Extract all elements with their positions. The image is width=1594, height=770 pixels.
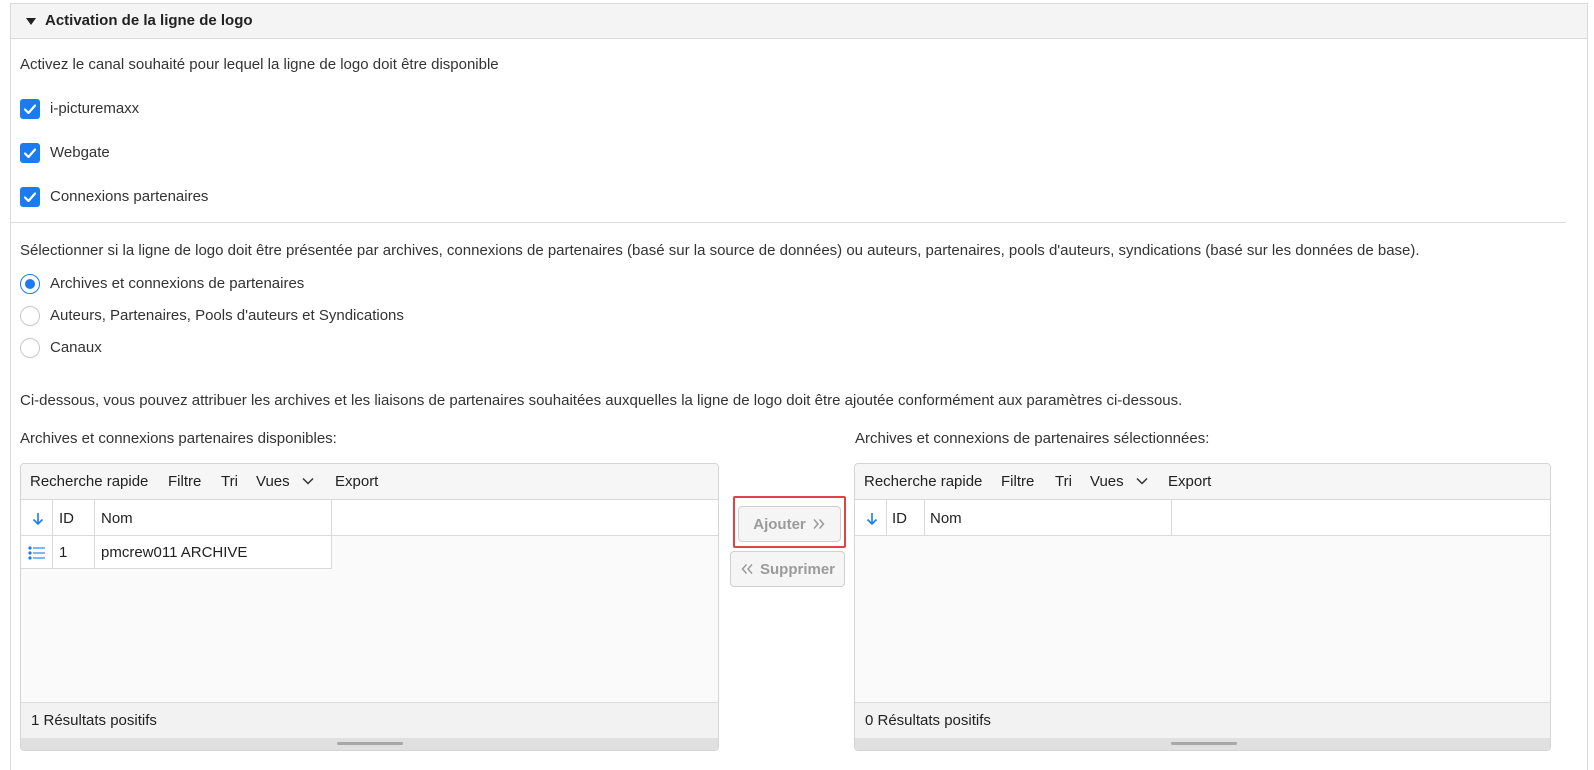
presentation-intro: Sélectionner si la ligne de logo doit êt…	[20, 242, 1420, 259]
column-divider	[331, 500, 332, 536]
quick-search-button[interactable]: Recherche rapide	[30, 473, 148, 490]
horizontal-scrollbar[interactable]	[855, 738, 1550, 750]
column-header-name[interactable]: Nom	[101, 510, 133, 527]
export-button[interactable]: Export	[335, 473, 378, 490]
double-chevron-right-icon	[813, 519, 825, 529]
assignment-intro: Ci-dessous, vous pouvez attribuer les ar…	[20, 392, 1183, 409]
collapse-triangle-icon[interactable]	[26, 18, 36, 25]
chevron-down-icon[interactable]	[302, 477, 314, 485]
grid-toolbar: Recherche rapide Filtre Tri Vues Export	[855, 464, 1550, 500]
column-divider	[52, 500, 53, 536]
selected-grid: Recherche rapide Filtre Tri Vues Export …	[854, 463, 1551, 751]
radio-authors-partners-pools[interactable]	[20, 306, 40, 326]
column-divider	[1171, 500, 1172, 536]
radio-label-channels: Canaux	[50, 339, 102, 356]
checkmark-icon	[23, 104, 37, 115]
radio-channels[interactable]	[20, 338, 40, 358]
row-id-cell: 1	[59, 544, 68, 561]
radio-label-archives-partners: Archives et connexions de partenaires	[50, 275, 305, 292]
panel-title: Activation de la ligne de logo	[45, 12, 253, 29]
remove-button[interactable]: Supprimer	[730, 551, 845, 587]
grid-toolbar: Recherche rapide Filtre Tri Vues Export	[21, 464, 718, 500]
sort-down-arrow-icon[interactable]	[31, 511, 45, 527]
column-header-id[interactable]: ID	[59, 510, 74, 527]
quick-search-button[interactable]: Recherche rapide	[864, 473, 982, 490]
divider	[10, 222, 1566, 223]
result-count: 0 Résultats positifs	[865, 712, 991, 729]
column-divider	[886, 500, 887, 536]
grid-footer: 0 Résultats positifs	[855, 702, 1550, 738]
remove-button-label: Supprimer	[759, 560, 835, 578]
grid-footer: 1 Résultats positifs	[21, 702, 718, 738]
row-name-cell: pmcrew011 ARCHIVE	[101, 544, 248, 561]
views-button[interactable]: Vues	[1090, 473, 1124, 490]
row-cell-divider	[94, 536, 95, 569]
sort-button[interactable]: Tri	[1055, 473, 1072, 490]
selected-label: Archives et connexions de partenaires sé…	[855, 430, 1210, 447]
available-label: Archives et connexions partenaires dispo…	[20, 430, 337, 447]
checkbox-i-picturemaxx[interactable]	[20, 99, 40, 119]
views-button[interactable]: Vues	[256, 473, 290, 490]
chevron-down-icon[interactable]	[1136, 477, 1148, 485]
result-count: 1 Résultats positifs	[31, 712, 157, 729]
column-header-id[interactable]: ID	[892, 510, 907, 527]
scrollbar-thumb[interactable]	[1171, 742, 1237, 745]
column-header-name[interactable]: Nom	[930, 510, 962, 527]
sort-down-arrow-icon[interactable]	[865, 511, 879, 527]
radio-archives-partners[interactable]	[20, 274, 40, 294]
scrollbar-thumb[interactable]	[337, 742, 403, 745]
radio-label-authors-partners-pools: Auteurs, Partenaires, Pools d'auteurs et…	[50, 307, 404, 324]
row-cell-divider	[52, 536, 53, 569]
export-button[interactable]: Export	[1168, 473, 1211, 490]
checkbox-label-partner-connections: Connexions partenaires	[50, 188, 209, 205]
checkmark-icon	[23, 192, 37, 203]
filter-button[interactable]: Filtre	[1001, 473, 1034, 490]
add-button[interactable]: Ajouter	[738, 506, 841, 542]
checkbox-label-i-picturemaxx: i-picturemaxx	[50, 100, 140, 117]
horizontal-scrollbar[interactable]	[21, 738, 718, 750]
checkbox-label-webgate: Webgate	[50, 144, 110, 161]
checkmark-icon	[23, 148, 37, 159]
list-detail-icon[interactable]	[28, 546, 46, 560]
checkbox-webgate[interactable]	[20, 143, 40, 163]
sort-button[interactable]: Tri	[221, 473, 238, 490]
available-grid: Recherche rapide Filtre Tri Vues Export …	[20, 463, 719, 751]
checkbox-partner-connections[interactable]	[20, 187, 40, 207]
channels-intro: Activez le canal souhaité pour lequel la…	[20, 56, 499, 73]
add-button-label: Ajouter	[753, 515, 806, 533]
panel-header[interactable]: Activation de la ligne de logo	[11, 4, 1587, 39]
column-divider	[924, 500, 925, 536]
filter-button[interactable]: Filtre	[168, 473, 201, 490]
double-chevron-left-icon	[741, 564, 753, 574]
column-divider	[94, 500, 95, 536]
